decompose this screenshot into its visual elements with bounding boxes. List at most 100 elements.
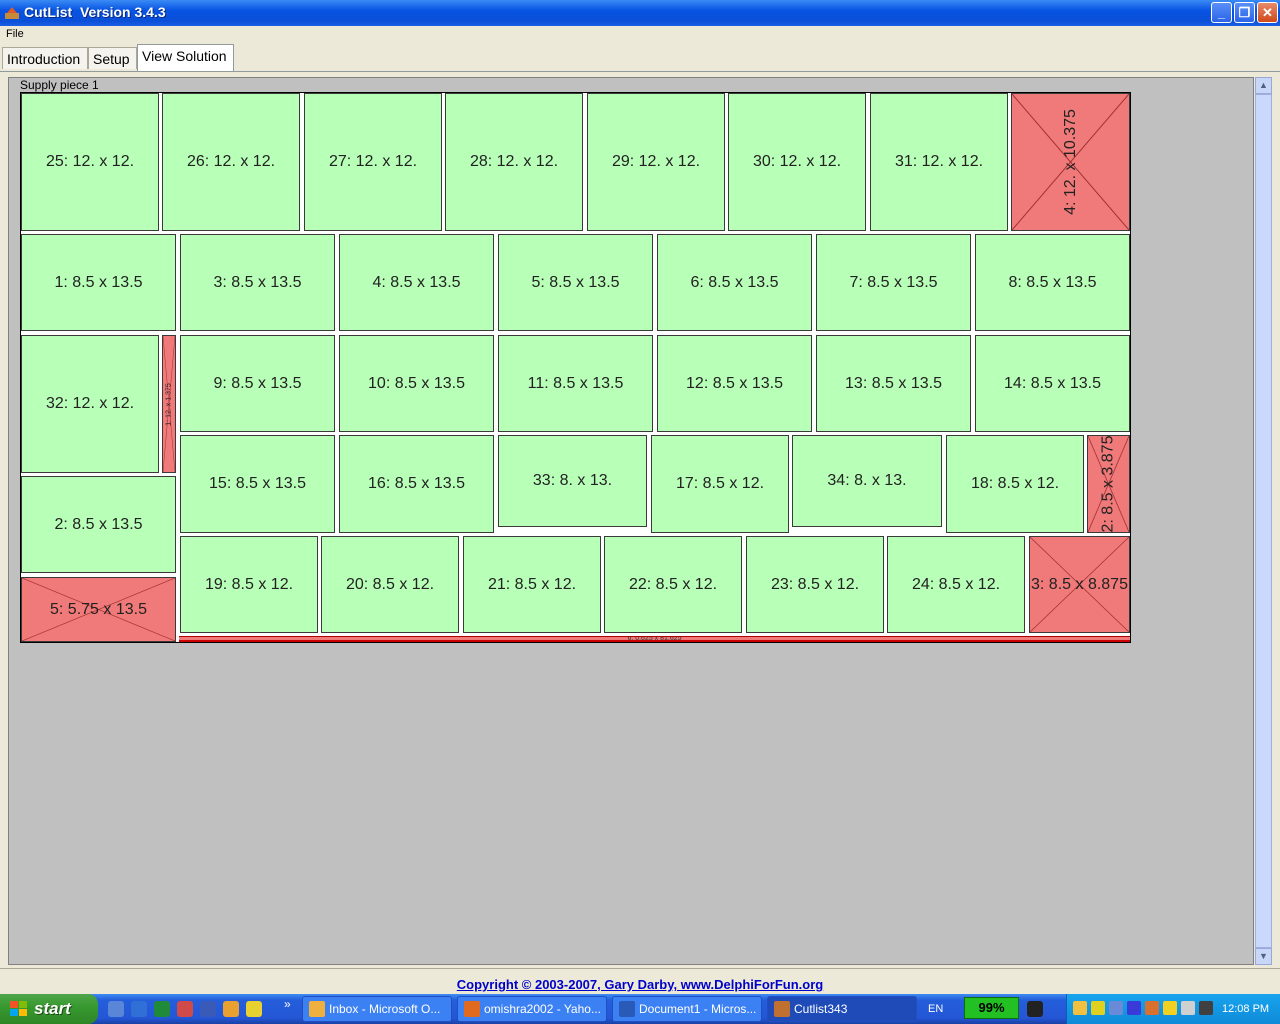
scroll-up-button[interactable]: ▲ — [1255, 77, 1272, 94]
piece-18: 18: 8.5 x 12. — [946, 435, 1084, 533]
waste-label: 5: 5.75 x 13.5 — [50, 600, 147, 618]
piece-3: 3: 8.5 x 13.5 — [180, 234, 335, 331]
piece-26: 26: 12. x 12. — [162, 93, 300, 231]
piece-21: 21: 8.5 x 12. — [463, 536, 601, 633]
waste-label: 1: 12. x 1.375 — [165, 382, 173, 426]
outlook-icon[interactable] — [223, 1001, 239, 1017]
battery-meter: 99% — [964, 997, 1019, 1019]
minimize-button[interactable]: _ — [1211, 2, 1232, 23]
system-tray: 12:08 PM — [1066, 994, 1280, 1024]
piece-27: 27: 12. x 12. — [304, 93, 442, 231]
minimize-icon: _ — [1217, 5, 1226, 20]
piece-11: 11: 8.5 x 13.5 — [498, 335, 653, 432]
piece-25: 25: 12. x 12. — [21, 93, 159, 231]
messenger-tray-icon[interactable] — [1163, 1001, 1177, 1015]
chevron-more-icon[interactable]: » — [284, 997, 291, 1011]
language-indicator[interactable]: EN — [928, 1003, 943, 1015]
cutlist-app-icon — [774, 1001, 790, 1017]
piece-29: 29: 12. x 12. — [587, 93, 725, 231]
tab-introduction[interactable]: Introduction — [2, 47, 88, 69]
bluetooth-tray-icon[interactable] — [1127, 1001, 1141, 1015]
waste-1: 1: 12. x 1.375 — [162, 335, 176, 473]
chevron-up-icon: ▲ — [1259, 80, 1268, 90]
chevron-down-icon: ▼ — [1259, 951, 1268, 961]
app-tray-icon[interactable] — [1145, 1001, 1159, 1015]
task-label: omishra2002 - Yaho... — [484, 1002, 601, 1016]
clock: 12:08 PM — [1222, 1003, 1270, 1015]
piece-4: 4: 8.5 x 13.5 — [339, 234, 494, 331]
restore-button[interactable]: ❐ — [1234, 2, 1255, 23]
windows-flag-icon — [10, 1001, 27, 1016]
piece-22: 22: 8.5 x 12. — [604, 536, 742, 633]
piece-30: 30: 12. x 12. — [728, 93, 866, 231]
piece-20: 20: 8.5 x 12. — [321, 536, 459, 633]
monitor-tray-icon[interactable] — [1199, 1001, 1213, 1015]
power-plug-icon[interactable] — [1027, 1001, 1043, 1017]
taskbar: start » Inbox - Microsoft O... omishra20… — [0, 994, 1280, 1024]
piece-5: 5: 8.5 x 13.5 — [498, 234, 653, 331]
waste-4: 4: 12. x 10.375 — [1011, 93, 1130, 231]
firefox-icon — [464, 1001, 480, 1017]
internet-explorer-icon[interactable] — [131, 1001, 147, 1017]
volume-tray-icon[interactable] — [1181, 1001, 1195, 1015]
copyright-link[interactable]: Copyright © 2003-2007, Gary Darby, www.D… — [457, 977, 823, 992]
word-icon — [619, 1001, 635, 1017]
piece-9: 9: 8.5 x 13.5 — [180, 335, 335, 432]
piece-6: 6: 8.5 x 13.5 — [657, 234, 812, 331]
tab-setup[interactable]: Setup — [88, 47, 137, 69]
piece-10: 10: 8.5 x 13.5 — [339, 335, 494, 432]
scroll-down-button[interactable]: ▼ — [1255, 948, 1272, 965]
waste-2: 2: 8.5 x 3.875 — [1087, 435, 1130, 533]
window-title: CutList Version 3.4.3 — [24, 4, 166, 20]
menu-file[interactable]: File — [6, 28, 24, 40]
piece-19: 19: 8.5 x 12. — [180, 536, 318, 633]
piece-2: 2: 8.5 x 13.5 — [21, 476, 176, 573]
waste-label: 4: 12. x 10.375 — [1061, 109, 1079, 215]
close-button[interactable]: ✕ — [1257, 2, 1278, 23]
piece-12: 12: 8.5 x 13.5 — [657, 335, 812, 432]
outlook-tray-icon[interactable] — [1073, 1001, 1087, 1015]
task-yahoo[interactable]: omishra2002 - Yaho... — [457, 996, 607, 1022]
show-desktop-icon[interactable] — [108, 1001, 124, 1017]
task-label: Document1 - Micros... — [639, 1002, 757, 1016]
waste-6: 6: 0.625 x 81.625 — [179, 636, 1130, 642]
piece-28: 28: 12. x 12. — [445, 93, 583, 231]
tab-row: Introduction Setup View Solution — [0, 44, 1280, 72]
piece-8: 8: 8.5 x 13.5 — [975, 234, 1130, 331]
piece-16: 16: 8.5 x 13.5 — [339, 435, 494, 533]
vertical-scrollbar[interactable]: ▲ ▼ — [1255, 77, 1272, 965]
piece-13: 13: 8.5 x 13.5 — [816, 335, 971, 432]
waste-3: 3: 8.5 x 8.875 — [1029, 536, 1130, 633]
piece-32: 32: 12. x 12. — [21, 335, 159, 473]
waste-5: 5: 5.75 x 13.5 — [21, 577, 176, 642]
security-tray-icon[interactable] — [1091, 1001, 1105, 1015]
piece-33: 33: 8. x 13. — [498, 435, 647, 527]
piece-17: 17: 8.5 x 12. — [651, 435, 789, 533]
network-tray-icon[interactable] — [1109, 1001, 1123, 1015]
piece-1: 1: 8.5 x 13.5 — [21, 234, 176, 331]
messenger-icon[interactable] — [246, 1001, 262, 1017]
title-bar: CutList Version 3.4.3 _ ❐ ✕ — [0, 0, 1280, 26]
tab-view-solution[interactable]: View Solution — [137, 44, 234, 71]
piece-23: 23: 8.5 x 12. — [746, 536, 884, 633]
task-inbox[interactable]: Inbox - Microsoft O... — [302, 996, 452, 1022]
restore-icon: ❐ — [1238, 5, 1251, 20]
menu-bar: File — [0, 26, 1280, 44]
word-icon[interactable] — [200, 1001, 216, 1017]
supply-piece-label: Supply piece 1 — [20, 78, 99, 92]
excel-icon[interactable] — [154, 1001, 170, 1017]
task-document1[interactable]: Document1 - Micros... — [612, 996, 762, 1022]
task-cutlist[interactable]: Cutlist343 — [767, 996, 917, 1022]
waste-label: 2: 8.5 x 3.875 — [1099, 435, 1117, 533]
quicklaunch-app-icon[interactable] — [177, 1001, 193, 1017]
piece-34: 34: 8. x 13. — [792, 435, 942, 527]
piece-24: 24: 8.5 x 12. — [887, 536, 1025, 633]
task-label: Inbox - Microsoft O... — [329, 1002, 441, 1016]
scroll-thumb[interactable] — [1255, 94, 1272, 948]
start-label: start — [34, 999, 71, 1018]
piece-14: 14: 8.5 x 13.5 — [975, 335, 1130, 432]
start-button[interactable]: start — [0, 994, 98, 1024]
piece-31: 31: 12. x 12. — [870, 93, 1008, 231]
waste-label: 3: 8.5 x 8.875 — [1031, 575, 1128, 593]
task-label: Cutlist343 — [794, 1002, 848, 1016]
